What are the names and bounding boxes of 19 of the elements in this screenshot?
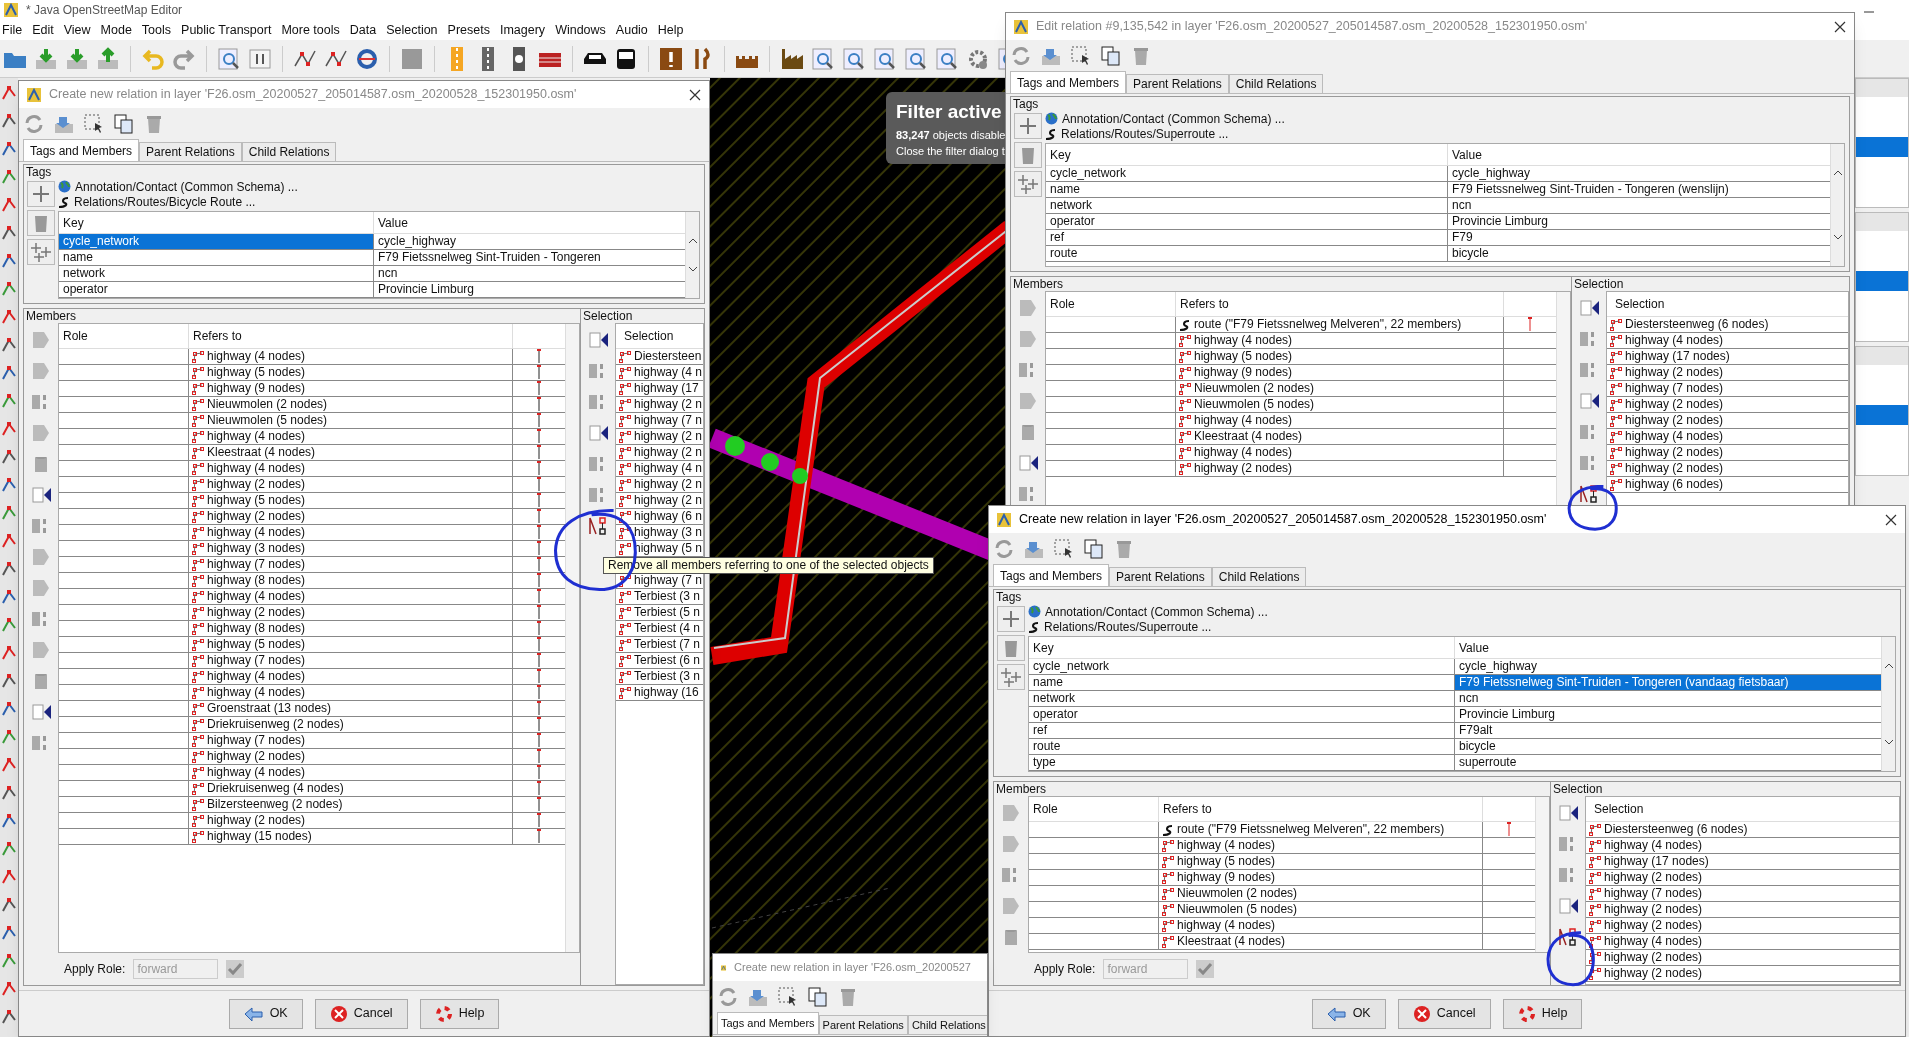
section-label: Members: [1012, 277, 1064, 291]
section-label: Members: [25, 309, 77, 323]
section-label: Selection: [582, 309, 634, 323]
notice-title: Filter active: [896, 100, 1003, 124]
field-label: Apply Role:: [1034, 961, 1096, 978]
field-label: Apply Role:: [64, 961, 126, 978]
window-title: Create new relation in layer 'F26.osm_20200527_205014587.osm_20200528_152301950.osm': [1019, 511, 1547, 529]
section-label: Tags: [995, 590, 1023, 604]
section-label: Tags: [1012, 97, 1040, 111]
notice-text: 83,247 objects disable: [896, 127, 1007, 143]
window-title: Edit relation #9,135,542 in layer 'F26.osm_20200527_205014587.osm_20200528_152301950.osm': [1036, 18, 1588, 36]
section-label: Members: [995, 782, 1047, 796]
notice-text: Close the filter dialog t: [896, 144, 1006, 159]
app-title: * Java OpenStreetMap Editor: [26, 2, 183, 19]
window-title: Create new relation in layer 'F26.osm_20200527: [734, 960, 971, 976]
section-label: Tags: [25, 165, 53, 179]
window-title: Create new relation in layer 'F26.osm_20200527_205014587.osm_20200528_152301950.osm': [49, 86, 577, 104]
section-label: Selection: [1573, 277, 1625, 291]
section-label: Selection: [1552, 782, 1604, 796]
